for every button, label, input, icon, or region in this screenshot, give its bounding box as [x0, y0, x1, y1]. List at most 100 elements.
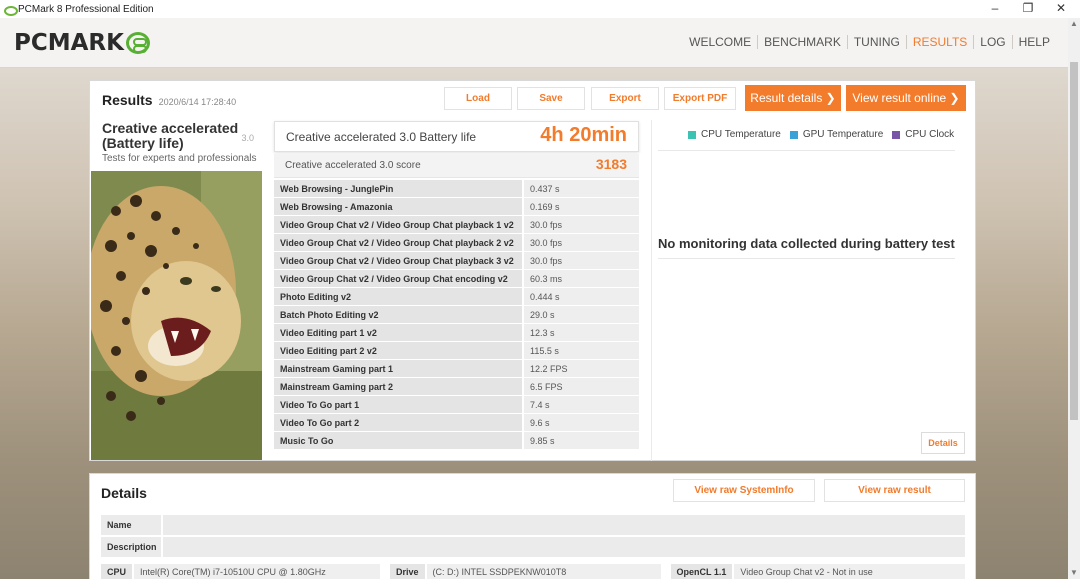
details-description-row: Description [101, 537, 965, 557]
table-row: Video Group Chat v2 / Video Group Chat p… [274, 234, 639, 252]
benchmark-name: Video Group Chat v2 / Video Group Chat e… [274, 270, 522, 288]
table-row: Web Browsing - JunglePin 0.437 s [274, 180, 639, 198]
test-version: 3.0 [241, 133, 254, 143]
vertical-scrollbar[interactable]: ▲ ▼ [1068, 18, 1080, 579]
table-row: Video Group Chat v2 / Video Group Chat p… [274, 252, 639, 270]
monitoring-details-button[interactable]: Details [921, 432, 965, 454]
test-info: Creative accelerated (Battery life) 3.0 … [91, 120, 262, 461]
monitoring-legend: CPU Temperature GPU Temperature CPU Cloc… [688, 129, 963, 140]
legend-gpu-temperature[interactable]: GPU Temperature [789, 129, 884, 140]
nav-results[interactable]: RESULTS [905, 35, 973, 49]
view-raw-result-button[interactable]: View raw result [824, 479, 965, 502]
name-label: Name [101, 515, 161, 535]
app-header: PCMARK WELCOME BENCHMARK TUNING RESULTS … [0, 18, 1068, 68]
legend-label: CPU Clock [905, 129, 955, 140]
opencl-label: OpenCL 1.1 [670, 564, 733, 579]
benchmark-name: Video To Go part 1 [274, 396, 522, 414]
app-icon [4, 4, 18, 16]
divider [658, 150, 955, 151]
export-button[interactable]: Export [591, 87, 659, 110]
nav-benchmark[interactable]: BENCHMARK [757, 35, 847, 49]
drive-label: Drive [390, 564, 425, 579]
benchmark-name: Video Group Chat v2 / Video Group Chat p… [274, 234, 522, 252]
table-row: Video Group Chat v2 / Video Group Chat p… [274, 216, 639, 234]
benchmark-name: Photo Editing v2 [274, 288, 522, 306]
cpu-value: Intel(R) Core(TM) i7-10510U CPU @ 1.80GH… [134, 564, 381, 579]
legend-swatch [688, 130, 696, 139]
benchmark-value: 30.0 fps [522, 234, 639, 252]
cpu-label: CPU [101, 564, 133, 579]
view-raw-systeminfo-button[interactable]: View raw SystemInfo [673, 479, 815, 502]
system-info-row: CPU Intel(R) Core(TM) i7-10510U CPU @ 1.… [101, 564, 965, 579]
nav-help[interactable]: HELP [1011, 35, 1056, 49]
benchmark-name: Video To Go part 2 [274, 414, 522, 432]
benchmark-value: 0.444 s [522, 288, 639, 306]
legend-cpu-clock[interactable]: CPU Clock [892, 129, 954, 140]
table-row: Video Editing part 2 v2 115.5 s [274, 342, 639, 360]
load-button[interactable]: Load [444, 87, 512, 110]
details-panel: Details View raw SystemInfo View raw res… [89, 473, 976, 579]
benchmark-name: Music To Go [274, 432, 522, 450]
name-value[interactable] [163, 515, 965, 535]
benchmark-name: Video Group Chat v2 / Video Group Chat p… [274, 216, 522, 234]
window-titlebar: PCMark 8 Professional Edition – ❐ ✕ [0, 0, 1080, 18]
table-row: Video To Go part 2 9.6 s [274, 414, 639, 432]
table-row: Video Editing part 1 v2 12.3 s [274, 324, 639, 342]
description-value[interactable] [163, 537, 965, 557]
main-score-box: Creative accelerated 3.0 Battery life 4h… [274, 121, 639, 152]
minimize-button[interactable]: – [980, 0, 1010, 18]
scroll-thumb[interactable] [1070, 62, 1078, 420]
benchmark-name: Mainstream Gaming part 1 [274, 360, 522, 378]
save-button[interactable]: Save [517, 87, 585, 110]
benchmark-value: 7.4 s [522, 396, 639, 414]
nav-welcome[interactable]: WELCOME [683, 35, 757, 49]
benchmark-name: Web Browsing - Amazonia [274, 198, 522, 216]
main-score-value: 4h 20min [540, 124, 627, 146]
benchmark-value: 29.0 s [522, 306, 639, 324]
main-nav: WELCOME BENCHMARK TUNING RESULTS LOG HEL… [683, 35, 1056, 49]
monitoring-panel: CPU Temperature GPU Temperature CPU Cloc… [651, 120, 975, 461]
benchmark-value: 0.437 s [522, 180, 639, 198]
results-panel: Results 2020/6/14 17:28:40 Load Save Expo… [89, 80, 976, 461]
result-details-button[interactable]: Result details ❯ [745, 85, 841, 111]
main-score-label: Creative accelerated 3.0 Battery life [286, 130, 477, 144]
table-row: Mainstream Gaming part 2 6.5 FPS [274, 378, 639, 396]
benchmark-value: 115.5 s [522, 342, 639, 360]
table-row: Music To Go 9.85 s [274, 432, 639, 450]
close-button[interactable]: ✕ [1046, 0, 1076, 18]
test-description: Tests for experts and professionals [102, 153, 257, 164]
results-heading: Results 2020/6/14 17:28:40 [102, 92, 236, 108]
benchmark-value: 0.169 s [522, 198, 639, 216]
table-row: Video To Go part 1 7.4 s [274, 396, 639, 414]
drive-value: (C: D:) INTEL SSDPEKNW010T8 [426, 564, 661, 579]
opencl-value: Video Group Chat v2 - Not in use [734, 564, 965, 579]
results-date: 2020/6/14 17:28:40 [158, 97, 237, 107]
monitoring-message: No monitoring data collected during batt… [658, 236, 955, 251]
benchmark-name: Video Group Chat v2 / Video Group Chat p… [274, 252, 522, 270]
scroll-down-icon[interactable]: ▼ [1068, 567, 1080, 579]
leopard-illustration [91, 171, 262, 460]
benchmark-value: 60.3 ms [522, 270, 639, 288]
export-pdf-button[interactable]: Export PDF [664, 87, 736, 110]
scroll-up-icon[interactable]: ▲ [1068, 18, 1080, 30]
nav-log[interactable]: LOG [973, 35, 1011, 49]
results-title: Results [102, 92, 153, 108]
legend-label: GPU Temperature [802, 129, 884, 140]
benchmark-value: 9.6 s [522, 414, 639, 432]
benchmark-value: 30.0 fps [522, 252, 639, 270]
legend-label: CPU Temperature [701, 129, 781, 140]
view-result-online-button[interactable]: View result online ❯ [846, 85, 966, 111]
benchmark-value: 12.2 FPS [522, 360, 639, 378]
benchmark-name: Batch Photo Editing v2 [274, 306, 522, 324]
restore-button[interactable]: ❐ [1013, 0, 1043, 18]
benchmark-name: Mainstream Gaming part 2 [274, 378, 522, 396]
table-row: Mainstream Gaming part 1 12.2 FPS [274, 360, 639, 378]
sub-score-label: Creative accelerated 3.0 score [285, 160, 421, 171]
legend-cpu-temperature[interactable]: CPU Temperature [688, 129, 781, 140]
details-name-row: Name [101, 515, 965, 535]
benchmark-name: Video Editing part 2 v2 [274, 342, 522, 360]
benchmark-value: 12.3 s [522, 324, 639, 342]
nav-tuning[interactable]: TUNING [846, 35, 906, 49]
sub-score-row: Creative accelerated 3.0 score 3183 [274, 154, 639, 178]
benchmark-value: 6.5 FPS [522, 378, 639, 396]
